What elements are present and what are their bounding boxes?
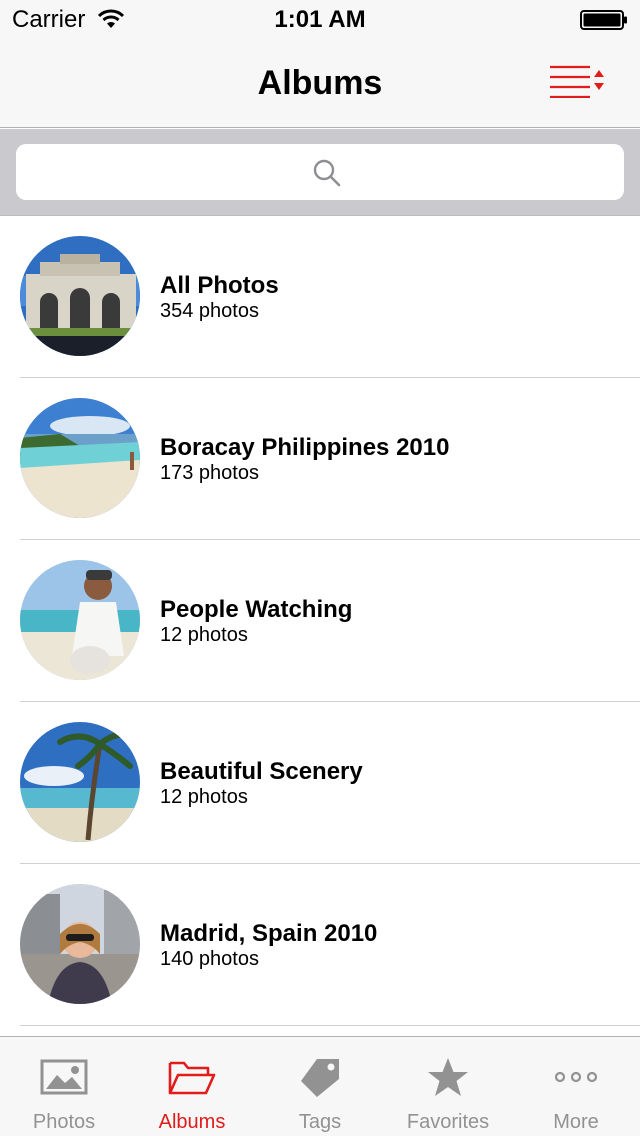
album-row-people-watching[interactable]: People Watching 12 photos — [0, 540, 640, 702]
sort-list-icon[interactable] — [548, 64, 608, 98]
battery-icon — [580, 10, 627, 30]
album-count: 173 photos — [160, 462, 259, 484]
tab-photos[interactable]: Photos — [0, 1037, 128, 1136]
navigation-bar: Albums — [0, 40, 640, 128]
search-bar — [0, 129, 640, 216]
tab-label: Albums — [158, 1111, 226, 1133]
tab-favorites[interactable]: Favorites — [384, 1037, 512, 1136]
tab-label: Tags — [298, 1111, 342, 1133]
search-icon — [313, 159, 341, 187]
album-thumbnail-monument — [20, 236, 140, 356]
album-thumbnail-portrait — [20, 884, 140, 1004]
tab-tags[interactable]: Tags — [256, 1037, 384, 1136]
album-name: Madrid, Spain 2010 — [160, 920, 378, 947]
album-list: All Photos 354 photos Boracay Philippine… — [0, 216, 640, 1036]
search-input[interactable] — [16, 144, 624, 200]
folder-icon — [168, 1061, 216, 1095]
photos-icon — [40, 1059, 88, 1095]
status-bar: Carrier 1:01 AM — [0, 0, 640, 40]
tab-label: Photos — [32, 1111, 96, 1133]
album-thumbnail-beach — [20, 398, 140, 518]
album-thumbnail-child — [20, 560, 140, 680]
album-count: 12 photos — [160, 786, 248, 808]
album-thumbnail-palm — [20, 722, 140, 842]
album-name: All Photos — [160, 272, 279, 299]
album-name: Boracay Philippines 2010 — [160, 434, 450, 461]
tab-albums[interactable]: Albums — [128, 1037, 256, 1136]
tag-icon — [301, 1059, 339, 1097]
album-count: 354 photos — [160, 300, 259, 322]
more-icon — [554, 1071, 598, 1083]
album-count: 12 photos — [160, 624, 248, 646]
tab-label: Favorites — [406, 1111, 490, 1133]
album-row-beautiful-scenery[interactable]: Beautiful Scenery 12 photos — [0, 702, 640, 864]
tab-bar: Photos Albums Tags Favorites More — [0, 1036, 640, 1136]
page-title: Albums — [257, 64, 383, 102]
album-count: 140 photos — [160, 948, 259, 970]
star-icon — [428, 1058, 468, 1096]
album-name: Beautiful Scenery — [160, 758, 363, 785]
tab-more[interactable]: More — [512, 1037, 640, 1136]
status-time: 1:01 AM — [274, 6, 366, 33]
album-row-madrid[interactable]: Madrid, Spain 2010 140 photos — [0, 864, 640, 1026]
tab-label: More — [553, 1111, 599, 1133]
album-row-boracay[interactable]: Boracay Philippines 2010 173 photos — [0, 378, 640, 540]
album-row-all-photos[interactable]: All Photos 354 photos — [0, 216, 640, 378]
album-name: People Watching — [160, 596, 353, 623]
